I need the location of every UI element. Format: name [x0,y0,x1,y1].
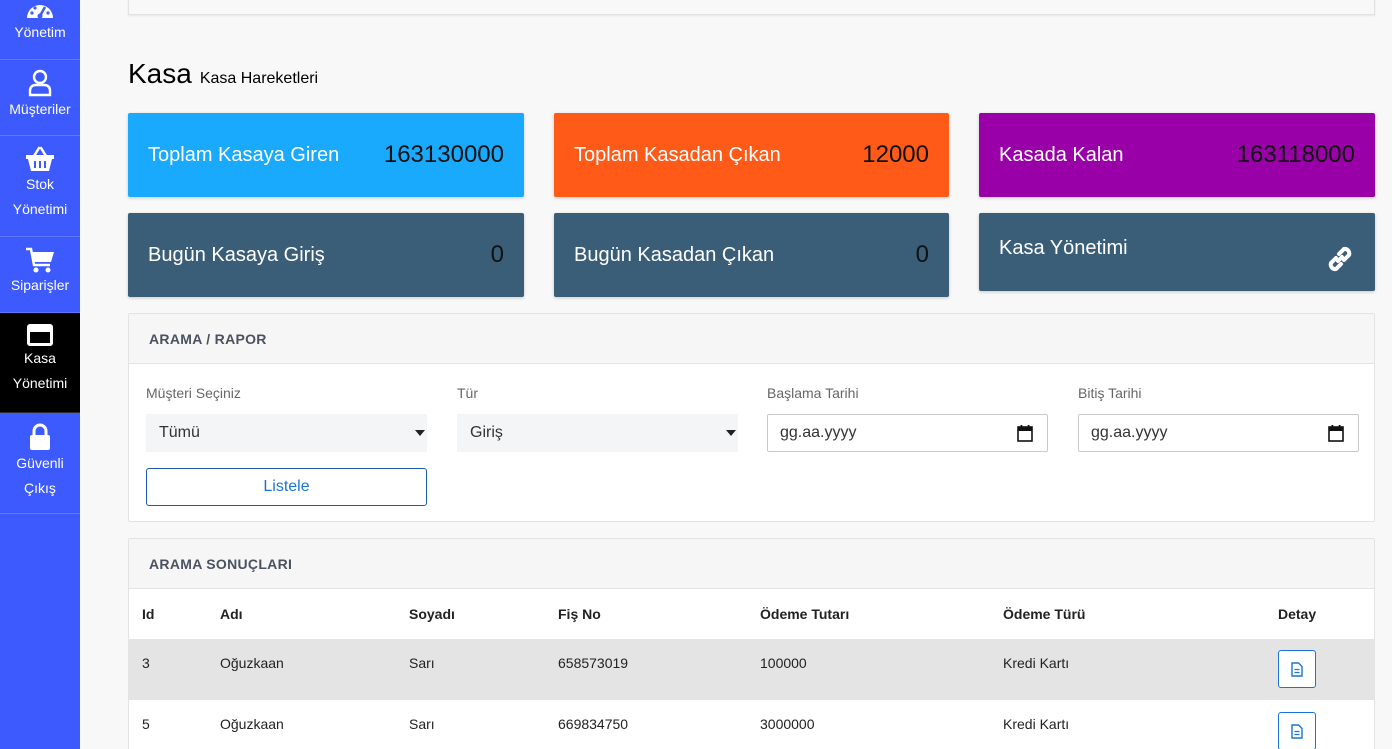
chevron-down-icon [415,430,425,436]
sidebar-item-stok[interactable]: Stok Yönetimi [0,136,80,237]
cell-amount: 3000000 [760,716,815,732]
cell-name: Oğuzkaan [220,716,284,732]
top-card [128,0,1375,15]
tile-value: 0 [490,241,504,268]
cell-id: 5 [142,716,150,732]
sidebar-item-label: Yönetim [14,24,66,40]
tile-total-in: Toplam Kasaya Giren 163130000 [128,113,524,197]
table-row: 5 Oğuzkaan Sarı 669834750 3000000 Kredi … [129,700,1374,749]
tile-today-in: Bugün Kasaya Giriş 0 [128,213,524,297]
lock-icon [30,423,50,450]
type-label: Tür [457,385,478,401]
list-button[interactable]: Listele [146,468,427,506]
end-date-label: Bitiş Tarihi [1078,385,1142,401]
customer-select-value: Tümü [159,424,200,441]
cell-receipt: 669834750 [558,716,629,732]
column-header-surname: Soyadı [409,606,455,622]
sidebar-item-cikis[interactable]: Güvenli Çıkış [0,413,80,514]
page-title: Kasa [128,58,192,89]
gauge-icon [27,5,53,19]
type-select[interactable]: Giriş [457,414,738,452]
tile-value: 163118000 [1236,141,1355,168]
tile-value: 12000 [862,141,929,168]
link-icon [1328,246,1352,272]
sidebar-item-label-2: Yönetimi [12,201,68,217]
tile-today-out: Bugün Kasadan Çıkan 0 [554,213,949,297]
table-row: 3 Oğuzkaan Sarı 658573019 100000 Kredi K… [129,639,1374,700]
search-panel: ARAMA / RAPOR Müşteri Seçiniz Tümü Tür G… [128,313,1375,522]
customer-select[interactable]: Tümü [146,414,427,452]
tile-value: 0 [915,241,929,268]
tile-remaining: Kasada Kalan 163118000 [979,113,1375,197]
tile-label: Kasada Kalan [999,143,1124,166]
column-header-name: Adı [220,606,243,622]
cell-amount: 100000 [760,655,807,671]
page-heading: Kasa Kasa Hareketleri [128,58,318,90]
basket-icon [26,146,54,171]
tile-total-out: Toplam Kasadan Çıkan 12000 [554,113,949,197]
cell-method: Kredi Kartı [1003,655,1070,671]
cell-method: Kredi Kartı [1003,716,1070,732]
sidebar-item-musteriler[interactable]: Müşteriler [0,60,80,136]
page-subtitle: Kasa Hareketleri [199,70,319,87]
cell-name: Oğuzkaan [220,655,284,671]
sidebar-item-label: Siparişler [10,277,70,293]
document-icon [1291,723,1303,739]
sidebar-item-label: Kasa [24,350,56,366]
customer-label: Müşteri Seçiniz [146,385,241,401]
search-panel-title: ARAMA / RAPOR [129,314,1374,364]
start-date-placeholder: gg.aa.yyyy [780,424,857,441]
column-header-id: Id [142,606,155,622]
sidebar-item-kasa[interactable]: Kasa Yönetimi [0,313,80,413]
start-date-label: Başlama Tarihi [767,385,859,401]
sidebar-item-yonetim[interactable]: Yönetim [0,0,80,60]
type-select-value: Giriş [470,424,503,441]
sidebar: Yönetim Müşteriler Stok Yönetimi Sipariş… [0,0,80,749]
calendar-icon[interactable] [1017,425,1033,442]
sidebar-item-label: Müşteriler [9,101,71,117]
detail-button[interactable] [1278,712,1316,749]
tile-label: Bugün Kasaya Giriş [148,243,325,266]
end-date-input[interactable]: gg.aa.yyyy [1078,414,1359,452]
column-header-receipt: Fiş No [558,606,601,622]
tile-value: 163130000 [383,141,504,168]
cell-id: 3 [142,655,150,671]
sidebar-item-label: Stok [25,176,54,192]
start-date-input[interactable]: gg.aa.yyyy [767,414,1048,452]
sidebar-item-siparisler[interactable]: Siparişler [0,237,80,313]
sidebar-item-label: Güvenli [16,455,64,471]
cart-icon [26,247,54,273]
document-icon [1291,661,1303,677]
tile-label: Toplam Kasadan Çıkan [574,143,781,166]
wallet-icon [27,324,53,346]
cell-surname: Sarı [409,716,435,732]
user-icon [28,69,52,97]
tile-label: Bugün Kasadan Çıkan [574,243,775,266]
cell-receipt: 658573019 [558,655,629,671]
chevron-down-icon [726,430,736,436]
results-panel-title: ARAMA SONUÇLARI [129,539,1374,589]
sidebar-item-label-2: Çıkış [24,480,56,496]
column-header-method: Ödeme Türü [1003,606,1086,622]
cell-surname: Sarı [409,655,435,671]
sidebar-item-label-2: Yönetimi [12,375,68,391]
results-panel: ARAMA SONUÇLARI Id Adı Soyadı Fiş No Öde… [128,538,1375,749]
tile-label: Kasa Yönetimi [999,236,1128,259]
calendar-icon[interactable] [1328,425,1344,442]
column-header-amount: Ödeme Tutarı [760,606,850,622]
column-header-detail: Detay [1278,606,1317,622]
tile-label: Toplam Kasaya Giren [148,143,340,166]
end-date-placeholder: gg.aa.yyyy [1091,424,1168,441]
tile-kasa-yonetimi[interactable]: Kasa Yönetimi [979,213,1375,291]
detail-button[interactable] [1278,650,1316,688]
